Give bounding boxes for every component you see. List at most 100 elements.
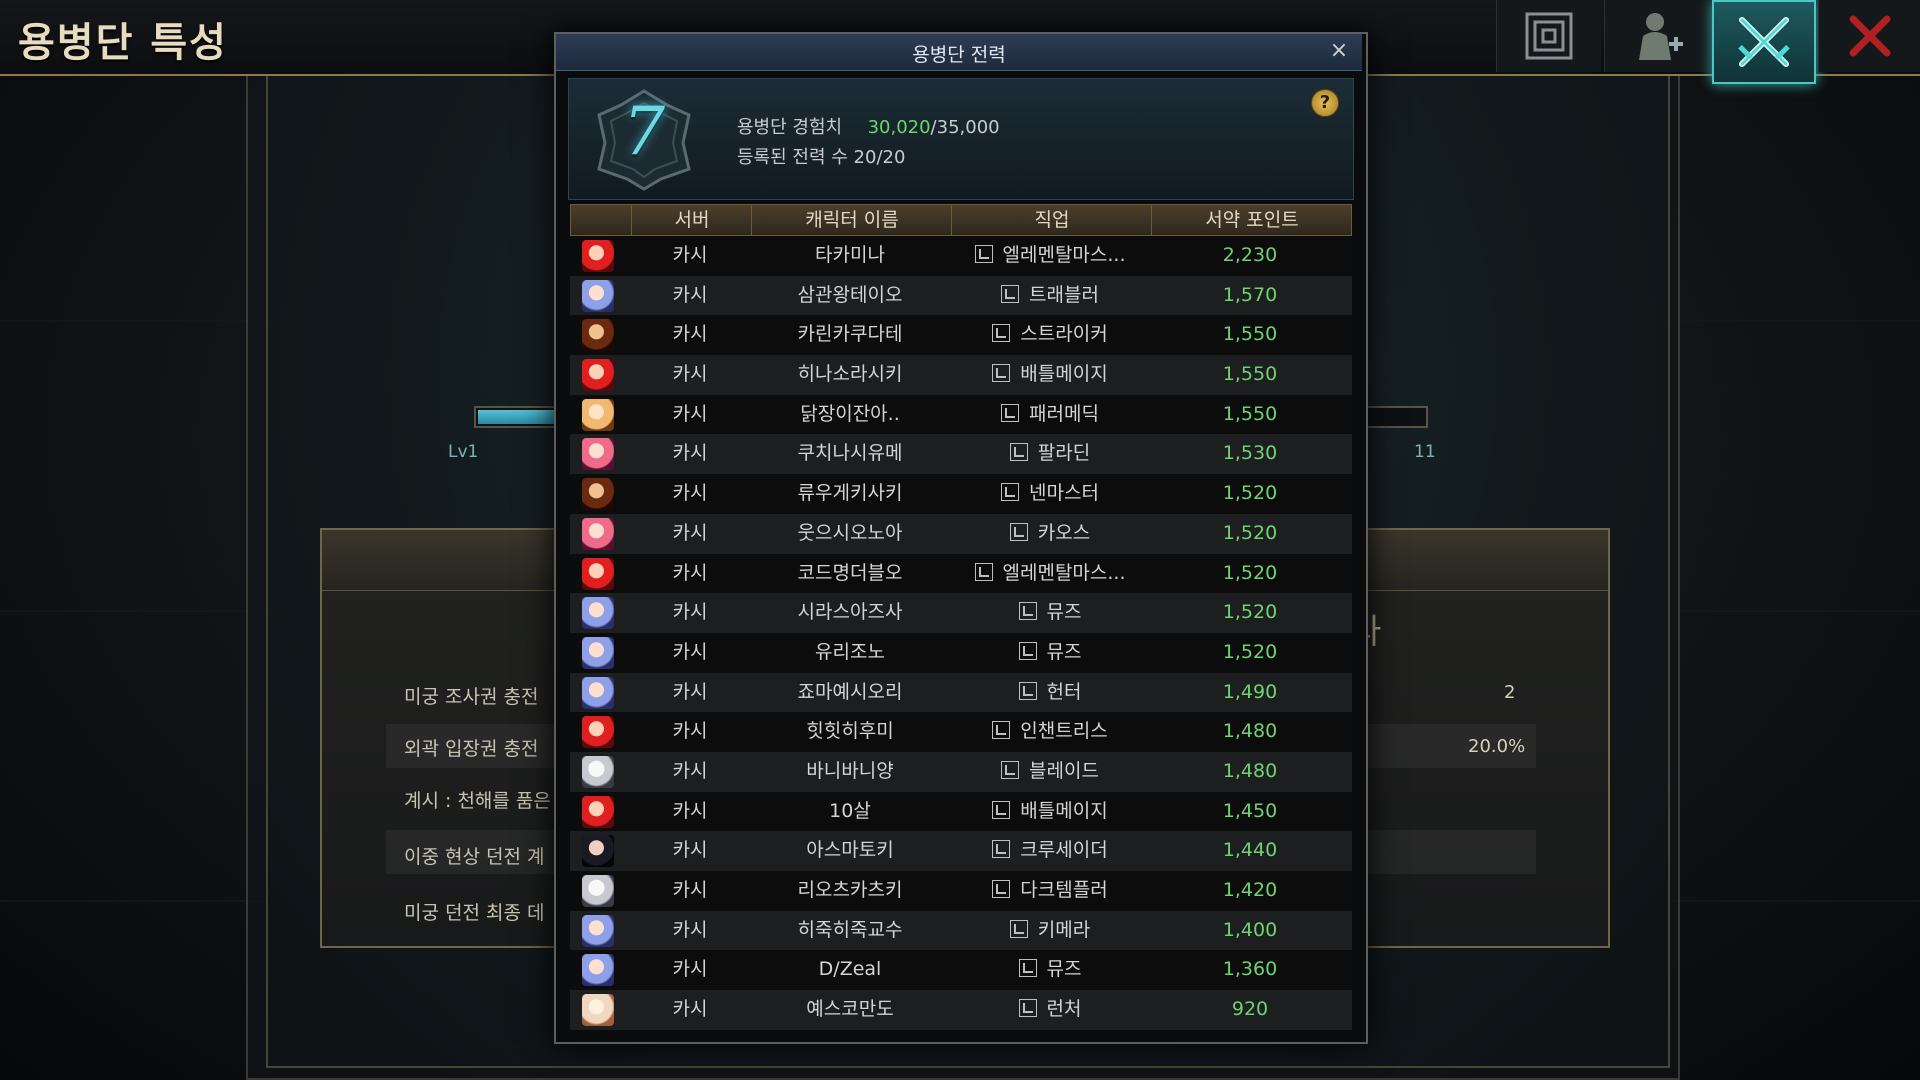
- server-cell: 카시: [672, 521, 708, 544]
- table-row[interactable]: 카시 히죽히죽교수 키메라 1,400: [570, 910, 1352, 951]
- job-cell: 블레이드: [950, 752, 1150, 792]
- oath-points-cell: 1,400: [1222, 918, 1278, 941]
- job-cell: 배틀메이지: [950, 792, 1150, 832]
- oath-points-cell: 1,420: [1222, 879, 1278, 901]
- server-cell: 카시: [672, 759, 708, 782]
- exp-max: /35,000: [930, 117, 1000, 138]
- oath-points-cell: 1,480: [1222, 720, 1278, 743]
- table-row[interactable]: 카시 웃으시오노아 카오스 1,520: [570, 513, 1352, 554]
- oath-points-cell: 1,480: [1222, 759, 1278, 782]
- server-cell: 카시: [672, 402, 708, 425]
- job-cell: 스트라이커: [950, 315, 1150, 355]
- character-name-cell: 류우게키사키: [797, 482, 903, 505]
- job-cell: 런처: [950, 990, 1150, 1030]
- add-character-tab[interactable]: [1604, 0, 1709, 72]
- table-row[interactable]: 카시 유리조노 뮤즈 1,520: [570, 632, 1352, 673]
- table-row[interactable]: 카시 시라스아즈사 뮤즈 1,520: [570, 593, 1352, 633]
- dialog-close-icon[interactable]: ×: [1326, 38, 1352, 64]
- character-avatar-icon: [582, 636, 614, 669]
- bonus-label: 외곽 입장권 충전: [404, 738, 539, 760]
- job-cell: 키메라: [950, 911, 1150, 951]
- job-label: 카오스: [1037, 521, 1091, 544]
- table-row[interactable]: 카시 죠마예시오리 헌터 1,490: [570, 672, 1352, 713]
- close-icon: [1849, 15, 1891, 57]
- oath-points-cell: 1,550: [1222, 363, 1278, 386]
- job-label: 뮤즈: [1046, 958, 1082, 981]
- table-row[interactable]: 카시 리오츠카츠키 다크템플러 1,420: [570, 871, 1352, 911]
- oath-points-cell: 1,520: [1222, 561, 1278, 584]
- dialog-titlebar[interactable]: 용병단 전력 ×: [556, 34, 1362, 71]
- oath-points-cell: 1,490: [1222, 680, 1278, 703]
- job-label: 다크템플러: [1020, 879, 1108, 901]
- table-row[interactable]: 카시 코드명더블오 엘레멘탈마스... 1,520: [570, 553, 1352, 594]
- character-name-cell: 유리조노: [815, 640, 885, 663]
- header-oath-points: 서약 포인트: [1151, 205, 1352, 235]
- character-avatar-icon: [582, 597, 614, 630]
- job-awakening-icon: [1018, 641, 1037, 660]
- table-row[interactable]: 카시 힛힛히후미 인챈트리스 1,480: [570, 712, 1352, 752]
- character-name-cell: 삼관왕테이오: [797, 283, 903, 306]
- header-job: 직업: [951, 205, 1152, 235]
- job-awakening-icon: [1009, 919, 1028, 938]
- character-avatar-icon: [582, 875, 614, 907]
- server-cell: 카시: [672, 601, 708, 624]
- close-window-button[interactable]: [1818, 0, 1920, 72]
- server-cell: 카시: [672, 442, 708, 465]
- level-start-label: Lv1: [448, 442, 479, 462]
- help-icon[interactable]: ?: [1311, 89, 1339, 117]
- server-cell: 카시: [672, 680, 708, 703]
- add-character-icon: [1639, 13, 1683, 60]
- job-label: 배틀메이지: [1020, 363, 1108, 386]
- bonus-value: 20.0%: [1468, 736, 1526, 757]
- job-label: 런처: [1046, 998, 1082, 1021]
- table-row[interactable]: 카시 닭장이잔아.. 패러메딕 1,550: [570, 394, 1352, 435]
- table-row[interactable]: 카시 D/Zeal 뮤즈 1,360: [570, 950, 1352, 991]
- job-cell: 엘레멘탈마스...: [950, 554, 1150, 594]
- maze-icon: [1525, 12, 1573, 60]
- maze-tab[interactable]: [1496, 0, 1601, 72]
- oath-points-cell: 1,440: [1222, 839, 1278, 862]
- mercenary-level: 7: [623, 93, 665, 170]
- registered-label: 등록된 전력 수: [737, 147, 848, 168]
- job-awakening-icon: [992, 324, 1011, 343]
- job-awakening-icon: [1018, 681, 1037, 700]
- table-row[interactable]: 카시 쿠치나시유메 팔라딘 1,530: [570, 434, 1352, 475]
- server-cell: 카시: [672, 640, 708, 663]
- table-body: 카시 타카미나 엘레멘탈마스... 2,230 카시 삼관왕테이오 트래블러 1,570 카시 카…: [570, 236, 1352, 1030]
- character-avatar-icon: [582, 517, 614, 550]
- mercenary-power-tab[interactable]: [1712, 0, 1816, 84]
- table-row[interactable]: 카시 아스마토키 크루세이더 1,440: [570, 831, 1352, 871]
- table-row[interactable]: 카시 카린카쿠다테 스트라이커 1,550: [570, 315, 1352, 356]
- server-cell: 카시: [672, 879, 708, 901]
- character-avatar-icon: [582, 319, 614, 352]
- server-cell: 카시: [672, 363, 708, 386]
- server-cell: 카시: [672, 482, 708, 505]
- job-cell: 카오스: [950, 514, 1150, 554]
- registered-line: 등록된 전력 수 20/20: [737, 143, 905, 169]
- table-row[interactable]: 카시 10살 배틀메이지 1,450: [570, 791, 1352, 832]
- table-header: 서버 캐릭터 이름 직업 서약 포인트: [570, 204, 1352, 236]
- character-avatar-icon: [582, 994, 614, 1027]
- job-awakening-icon: [1001, 483, 1020, 502]
- oath-points-cell: 1,550: [1222, 402, 1278, 425]
- character-avatar-icon: [582, 557, 614, 590]
- job-label: 엘레멘탈마스...: [1002, 561, 1126, 584]
- job-label: 팔라딘: [1037, 442, 1091, 465]
- table-row[interactable]: 카시 히나소라시키 배틀메이지 1,550: [570, 355, 1352, 395]
- character-name-cell: D/Zeal: [818, 958, 882, 981]
- table-row[interactable]: 카시 삼관왕테이오 트래블러 1,570: [570, 275, 1352, 316]
- server-cell: 카시: [672, 998, 708, 1021]
- table-row[interactable]: 카시 예스코만도 런처 920: [570, 990, 1352, 1030]
- character-name-cell: 죠마예시오리: [797, 680, 903, 703]
- job-cell: 뮤즈: [950, 633, 1150, 673]
- job-label: 헌터: [1046, 680, 1082, 703]
- table-row[interactable]: 카시 바니바니양 블레이드 1,480: [570, 751, 1352, 792]
- character-table: 서버 캐릭터 이름 직업 서약 포인트 카시 타카미나 엘레멘탈마스... 2,230…: [570, 204, 1352, 1030]
- job-cell: 뮤즈: [950, 593, 1150, 633]
- table-row[interactable]: 카시 류우게키사키 넨마스터 1,520: [570, 474, 1352, 514]
- mercenary-info-box: 7 ? 용병단 경험치 30,020/35,000 등록된 전력 수 20/20: [568, 78, 1354, 200]
- job-awakening-icon: [1018, 999, 1037, 1018]
- oath-points-cell: 1,520: [1222, 640, 1278, 663]
- table-row[interactable]: 카시 타카미나 엘레멘탈마스... 2,230: [570, 236, 1352, 276]
- bonus-value: 2: [1504, 682, 1516, 703]
